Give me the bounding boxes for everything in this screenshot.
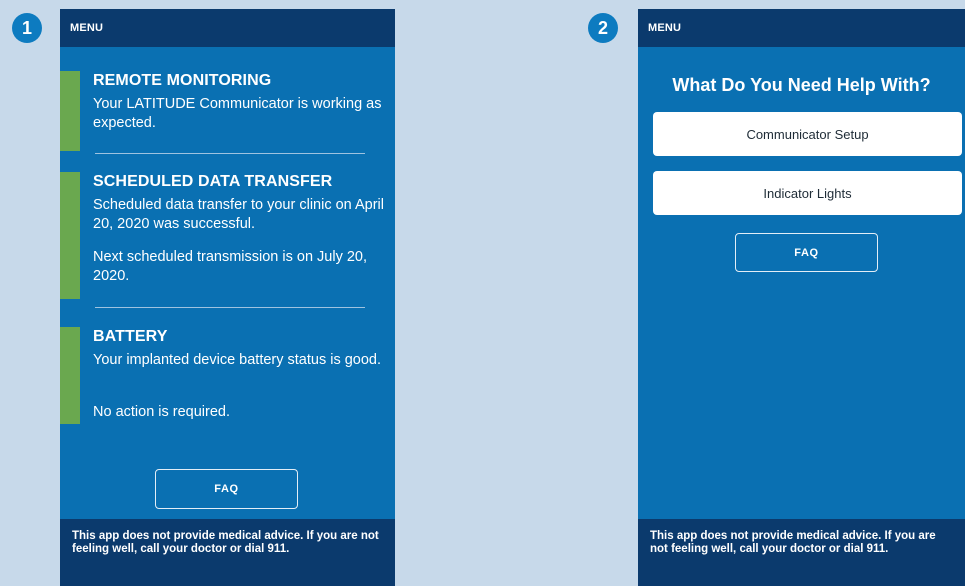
section-text: No action is required. — [93, 404, 231, 420]
status-indicator — [60, 71, 80, 151]
status-indicator — [60, 327, 80, 424]
section-heading: BATTERY — [93, 328, 168, 345]
faq-button[interactable]: FAQ — [155, 469, 298, 509]
help-screen: MENU What Do You Need Help With? Communi… — [638, 9, 965, 586]
disclaimer-footer: This app does not provide medical advice… — [638, 519, 965, 586]
remote-monitoring-section: REMOTE MONITORING Your LATITUDE Communic… — [60, 71, 395, 151]
section-text: Your implanted device battery status is … — [93, 352, 382, 368]
step-badge-1: 1 — [12, 13, 42, 43]
section-text: Your LATITUDE Communicator is working as… — [93, 96, 382, 131]
step-badge-2: 2 — [588, 13, 618, 43]
indicator-lights-button[interactable]: Indicator Lights — [653, 171, 962, 215]
status-indicator — [60, 172, 80, 299]
section-heading: REMOTE MONITORING — [93, 72, 272, 89]
divider — [95, 307, 365, 308]
section-text: Next scheduled transmission is on July 2… — [93, 249, 368, 284]
divider — [95, 153, 365, 154]
scheduled-data-transfer-section: SCHEDULED DATA TRANSFER Scheduled data t… — [60, 172, 395, 299]
battery-section: BATTERY Your implanted device battery st… — [60, 327, 395, 424]
menu-button[interactable]: MENU — [638, 9, 965, 47]
menu-button[interactable]: MENU — [60, 9, 395, 47]
communicator-setup-button[interactable]: Communicator Setup — [653, 112, 962, 156]
page-title: What Do You Need Help With? — [672, 75, 931, 95]
disclaimer-footer: This app does not provide medical advice… — [60, 519, 395, 586]
section-text: Scheduled data transfer to your clinic o… — [93, 197, 384, 232]
section-heading: SCHEDULED DATA TRANSFER — [93, 173, 333, 190]
status-screen: MENU REMOTE MONITORING Your LATITUDE Com… — [60, 9, 395, 586]
faq-button[interactable]: FAQ — [735, 233, 878, 272]
